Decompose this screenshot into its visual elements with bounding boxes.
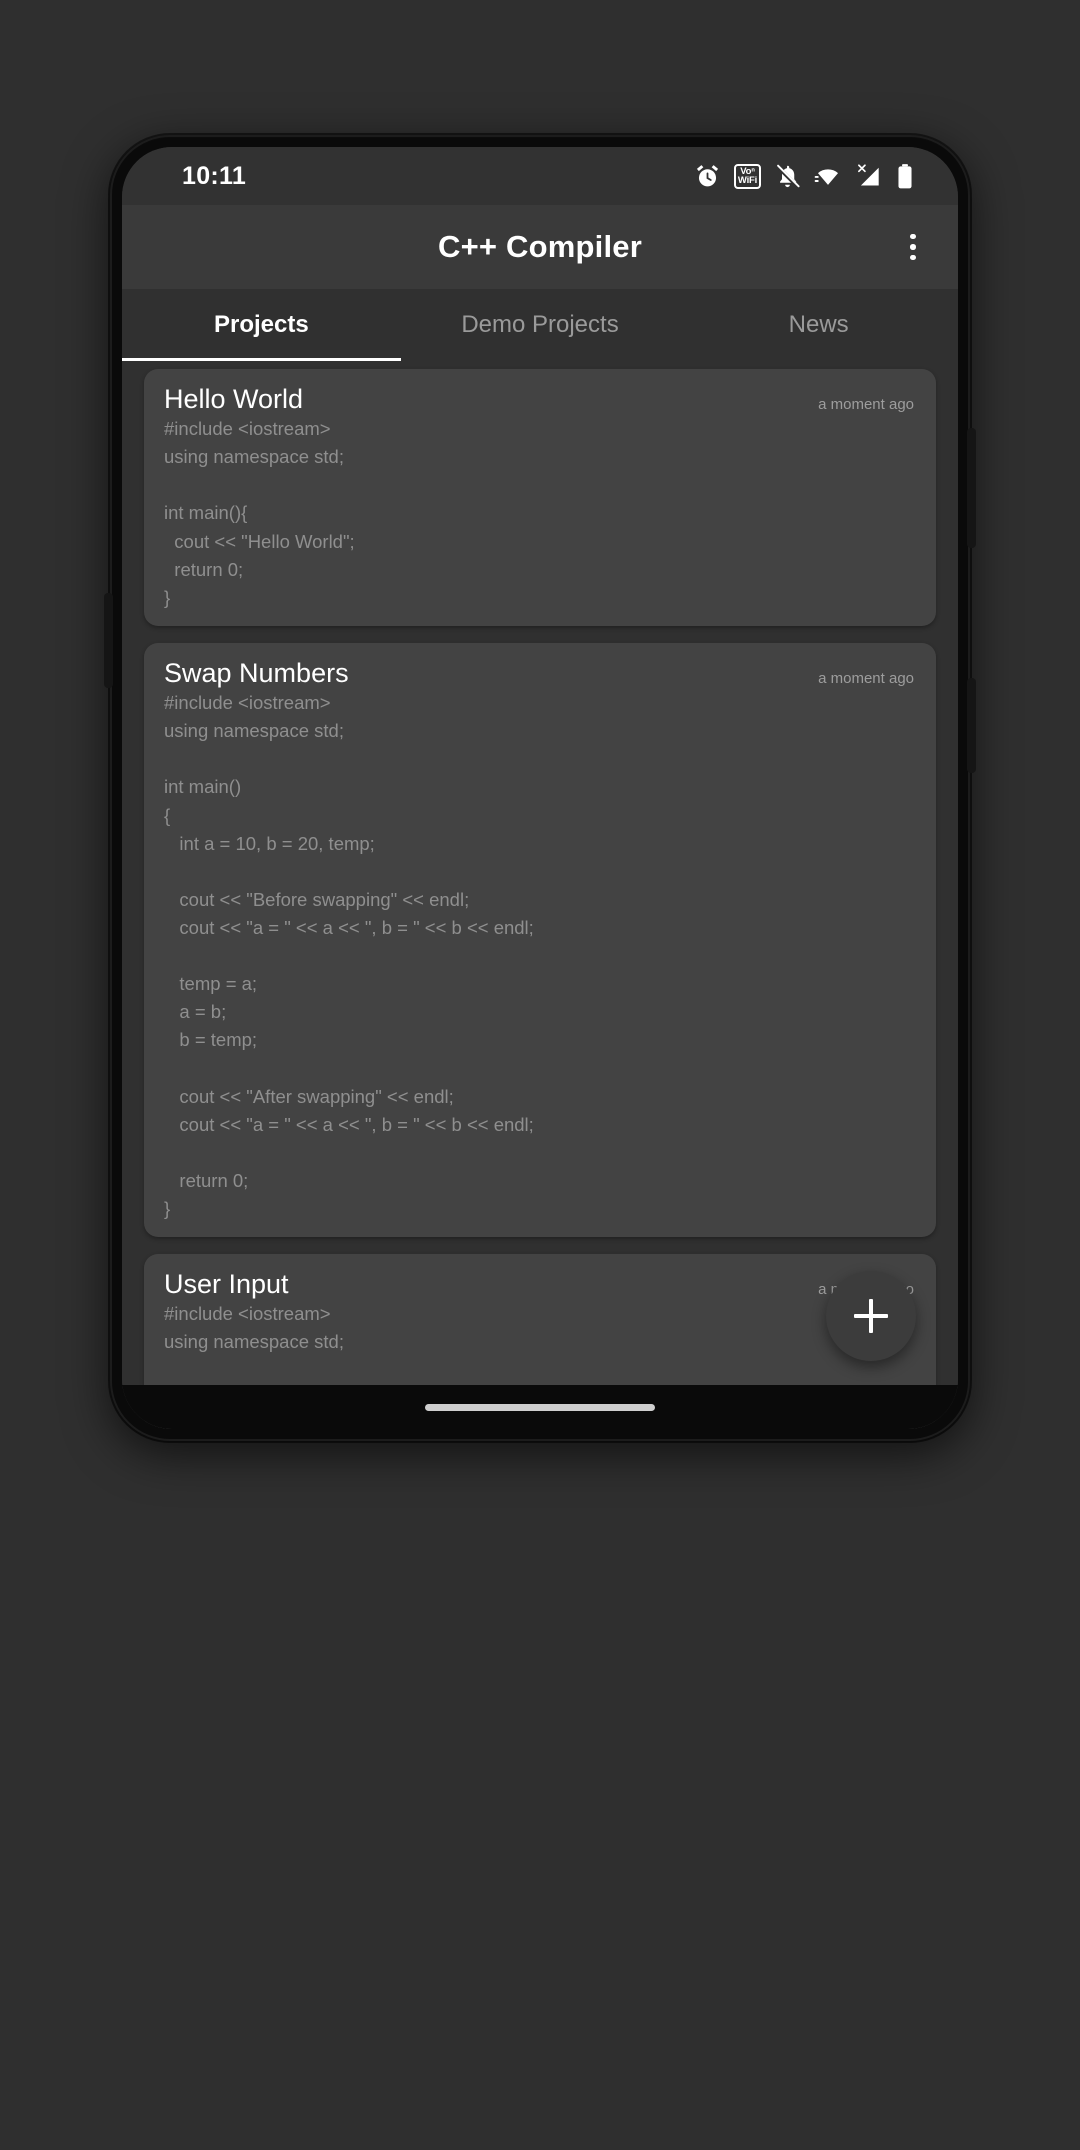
wifi-icon [814, 163, 842, 190]
page-backdrop: 10:11 Voⁿ WiFi C++ Compiler Projects Dem… [0, 0, 1080, 2150]
vowifi-icon-line2: WiFi [737, 175, 758, 186]
tab-projects-label: Projects [213, 311, 309, 338]
gesture-navigation-bar [122, 1385, 958, 1429]
status-bar-clock: 10:11 [182, 161, 247, 190]
alarm-clock-icon [694, 163, 721, 190]
volume-down-hardware-button[interactable] [967, 678, 976, 773]
project-code-preview: #include <iostream> using namespace std;… [164, 418, 355, 608]
battery-icon [896, 163, 914, 190]
tab-news-label: News [788, 311, 849, 338]
tab-projects[interactable]: Projects [122, 289, 401, 361]
project-timestamp: a moment ago [818, 396, 914, 413]
status-bar: 10:11 Voⁿ WiFi [122, 147, 958, 205]
overflow-dot [910, 244, 916, 250]
project-timestamp: a moment ago [818, 669, 914, 687]
project-code-preview: #include <iostream> using namespace std;… [164, 692, 534, 1220]
add-project-fab[interactable] [826, 1271, 916, 1361]
power-hardware-button[interactable] [967, 428, 976, 548]
home-gesture-handle[interactable] [425, 1403, 655, 1411]
overflow-menu-icon[interactable] [890, 224, 936, 270]
phone-device-frame: 10:11 Voⁿ WiFi C++ Compiler Projects Dem… [104, 133, 976, 1443]
project-title: User Input [164, 1269, 289, 1300]
tab-news[interactable]: News [679, 289, 958, 361]
plus-icon [869, 1299, 873, 1333]
project-card-hello-world[interactable]: Hello World a moment ago #include <iostr… [144, 369, 936, 626]
project-card-swap-numbers[interactable]: Swap Numbers a moment ago #include <iost… [144, 642, 936, 1238]
vowifi-icon: Voⁿ WiFi [734, 163, 761, 189]
cellular-signal-no-sim-icon [855, 163, 883, 190]
overflow-dot [910, 233, 916, 240]
volume-up-hardware-button[interactable] [104, 593, 113, 688]
app-bar: C++ Compiler [122, 205, 958, 289]
tab-demo-projects-label: Demo Projects [461, 311, 619, 338]
status-bar-icons: Voⁿ WiFi [694, 163, 914, 190]
overflow-dot [910, 254, 916, 261]
project-title: Swap Numbers [164, 657, 349, 688]
project-list[interactable]: Hello World a moment ago #include <iostr… [122, 361, 958, 1429]
page-title: C++ Compiler [438, 229, 642, 264]
project-title: Hello World [164, 384, 304, 414]
notifications-muted-icon [774, 163, 801, 190]
tab-demo-projects[interactable]: Demo Projects [401, 289, 680, 361]
phone-screen: 10:11 Voⁿ WiFi C++ Compiler Projects Dem… [122, 147, 958, 1429]
tab-bar: Projects Demo Projects News [122, 289, 958, 361]
